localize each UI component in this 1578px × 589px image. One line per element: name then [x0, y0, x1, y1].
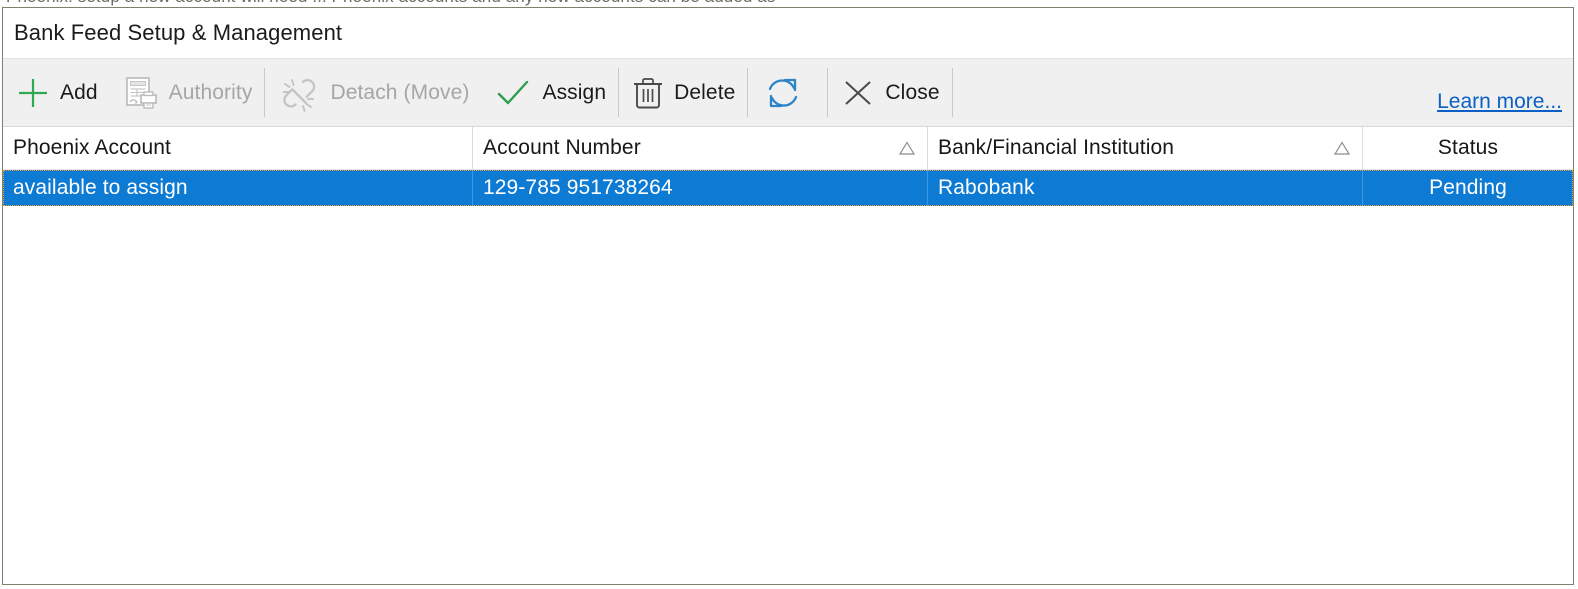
assign-button[interactable]: Assign [481, 59, 618, 126]
grid-header-row: Phoenix Account Account Number Bank/Fina… [3, 127, 1573, 170]
plus-icon [15, 75, 51, 111]
refresh-icon [760, 71, 806, 115]
screen: Phoenix: setup a new account will need .… [0, 0, 1578, 589]
cell-phoenix-account[interactable]: available to assign [3, 170, 473, 206]
close-button[interactable]: Close [828, 59, 951, 126]
column-header-account-number[interactable]: Account Number [473, 127, 928, 169]
column-header-status[interactable]: Status [1363, 127, 1573, 169]
ascending-triangle-icon [899, 141, 915, 155]
dialog-titlebar: Bank Feed Setup & Management [3, 8, 1573, 58]
column-header-label: Phoenix Account [13, 136, 171, 159]
column-header-institution[interactable]: Bank/Financial Institution [928, 127, 1363, 169]
clipped-background-text: Phoenix: setup a new account will need .… [0, 0, 1578, 7]
add-button-label: Add [60, 80, 98, 104]
authority-button-label: Authority [168, 80, 253, 104]
learn-more-link[interactable]: Learn more... [1437, 90, 1562, 114]
clipped-background-text-line: Phoenix: setup a new account will need .… [6, 0, 775, 7]
cell-status[interactable]: Pending [1363, 170, 1573, 206]
add-button[interactable]: Add [3, 59, 110, 126]
assign-button-label: Assign [542, 80, 607, 104]
checkmark-icon [493, 75, 533, 111]
broken-link-icon [277, 73, 321, 113]
close-x-icon [840, 75, 876, 111]
toolbar: Add Authority Detach (Move) Assign Delet… [3, 58, 1573, 127]
learn-more-container: Learn more... [1437, 59, 1573, 126]
detach-move-button-label: Detach (Move) [330, 80, 470, 104]
delete-button[interactable]: Delete [619, 59, 747, 126]
status-badge: Pending [1429, 176, 1507, 199]
column-header-phoenix-account[interactable]: Phoenix Account [3, 127, 473, 169]
dialog-title: Bank Feed Setup & Management [14, 20, 343, 45]
grid-empty-area[interactable] [3, 206, 1573, 576]
detach-move-button[interactable]: Detach (Move) [265, 59, 481, 126]
authority-button[interactable]: Authority [110, 59, 265, 126]
cell-value: 129-785 951738264 [483, 176, 673, 199]
table-row[interactable]: available to assign 129-785 951738264 Ra… [3, 170, 1573, 206]
trash-icon [631, 75, 665, 111]
delete-button-label: Delete [674, 80, 736, 104]
column-header-label: Account Number [483, 136, 641, 159]
cell-value: available to assign [13, 176, 188, 199]
ascending-triangle-icon [1334, 141, 1350, 155]
cell-account-number[interactable]: 129-785 951738264 [473, 170, 928, 206]
accounts-grid: Phoenix Account Account Number Bank/Fina… [3, 127, 1573, 576]
document-print-icon [122, 74, 160, 112]
column-header-label: Status [1437, 136, 1499, 159]
close-button-label: Close [885, 80, 940, 104]
cell-value: Rabobank [938, 176, 1035, 199]
refresh-button[interactable] [748, 59, 827, 126]
bank-feed-dialog-window: Bank Feed Setup & Management Add Authori… [2, 7, 1574, 585]
cell-institution[interactable]: Rabobank [928, 170, 1363, 206]
column-header-label: Bank/Financial Institution [938, 136, 1175, 159]
